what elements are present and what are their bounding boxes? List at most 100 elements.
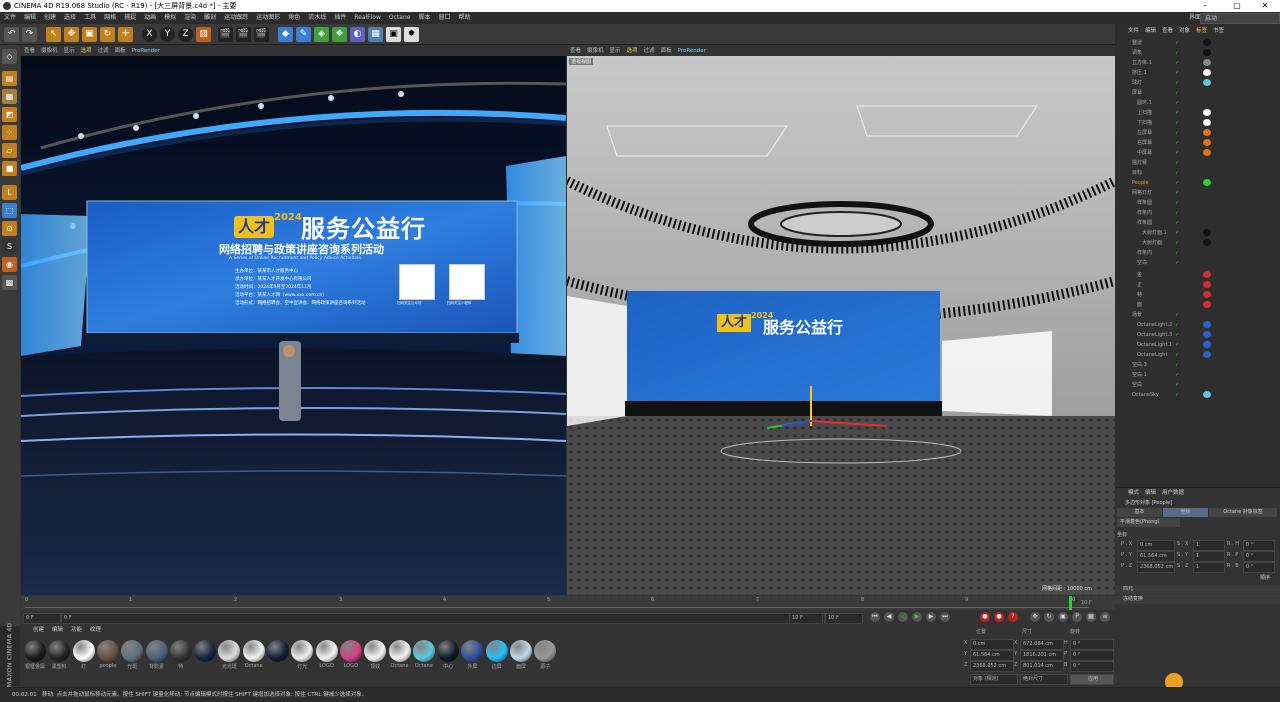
list-item[interactable]: 屏幕 ✓ [1115,88,1280,98]
right-menu-options[interactable]: 选项 [624,48,641,54]
list-item[interactable]: 样条圆 ✓ [1115,218,1280,228]
list-item[interactable]: 大射灯面.1 ✓ [1115,228,1280,238]
mat-tab-texture[interactable]: 纹理 [86,627,105,633]
right-menu-prorender[interactable]: ProRender [675,48,709,54]
coord-y-field[interactable]: 61.564 cm [970,650,1014,661]
make-editable-icon[interactable]: ◇ [2,49,17,64]
left-menu-camera[interactable]: 摄像机 [38,48,61,54]
coord-system-icon[interactable]: ▨ [196,27,211,42]
list-item[interactable]: OctaneLight.2 ✓ [1115,320,1280,330]
list-item[interactable]: 圆环.1 ✓ [1115,98,1280,108]
playhead[interactable] [1069,596,1072,610]
key-pos-icon[interactable]: ✥ [1030,612,1040,622]
material-swatch[interactable] [339,640,362,662]
menu-sculpt[interactable]: 雕刻 [200,12,220,24]
key-rot-icon[interactable]: ↻ [1044,612,1054,622]
points-mode-icon[interactable]: ⁘ [2,125,17,140]
attr-rp-field[interactable]: 0 ° [1243,551,1275,562]
end-frame-field[interactable]: 10 F [825,613,863,624]
coord-sy-field[interactable]: 1816.201 cm [1020,650,1064,661]
workplane-icon[interactable]: ◩ [2,107,17,122]
list-item[interactable]: 整道 ✓ [1115,38,1280,48]
attr-subtab-coord[interactable]: 坐标 [1163,508,1208,517]
material-swatch[interactable] [24,640,46,662]
left-menu-view[interactable]: 查看 [21,48,38,54]
left-menu-filter[interactable]: 过滤 [95,48,112,54]
menu-file[interactable]: 文件 [0,12,20,24]
left-menu-options[interactable]: 选项 [78,48,95,54]
render-picture-icon[interactable]: 🎬 [236,27,251,42]
mat-tab-function[interactable]: 功能 [67,627,86,633]
attr-tab-userdata[interactable]: 用户数据 [1159,490,1187,496]
menu-edit[interactable]: 编辑 [20,12,40,24]
attr-subtab-basic[interactable]: 基本 [1117,508,1162,517]
material-swatch[interactable] [412,640,435,662]
tweak-icon[interactable]: ⬚ [2,203,17,218]
list-item[interactable]: 大射灯面 ✓ [1115,238,1280,248]
coord-mode-select[interactable]: 对象 (相对) [970,674,1018,685]
axis-y-button[interactable]: Y [160,27,175,42]
attr-sz-field[interactable]: 1 [1193,562,1225,573]
timeline-ruler[interactable] [25,598,1089,608]
left-menu-prorender[interactable]: ProRender [129,48,163,54]
coord-b-field[interactable]: 0 ° [1070,661,1114,672]
right-menu-camera[interactable]: 摄像机 [584,48,607,54]
list-item[interactable]: 样条内 ✓ [1115,208,1280,218]
attr-sy-field[interactable]: 1 [1193,551,1225,562]
render-settings-icon[interactable]: 🎬 [254,27,269,42]
keyframe-sel-icon[interactable]: ? [1008,612,1018,622]
pen-icon[interactable]: ✎ [296,27,311,42]
material-swatch[interactable] [242,640,265,662]
start-frame-field[interactable]: 0 F [23,613,61,624]
attr-phong[interactable]: 平滑着色(Phong) [1117,518,1180,527]
timeline[interactable]: 0 1 2 3 4 5 6 7 8 9 10 10 F [21,596,1115,610]
apply-button[interactable]: 应用 [1070,674,1114,685]
select-icon[interactable]: ↖ [46,27,61,42]
attr-order[interactable]: 顺序 [1115,574,1280,583]
menu-realflow[interactable]: RealFlow [350,12,385,24]
list-item[interactable]: OctaneLight.3 ✓ [1115,330,1280,340]
record-icon[interactable]: ● [980,612,990,622]
list-item[interactable]: 空白.3 ✓ [1115,360,1280,370]
coord-size-mode-select[interactable]: 绝对尺寸 [1020,674,1068,685]
cube-icon[interactable]: ◆ [278,27,293,42]
list-item[interactable]: 立方体.1 ✓ [1115,58,1280,68]
polygons-mode-icon[interactable]: ■ [2,161,17,176]
menu-mograph[interactable]: 运动图形 [252,12,284,24]
floor-icon[interactable]: ▦ [368,27,383,42]
range-start-field[interactable]: 0 F [61,613,825,624]
om-tab-objects[interactable]: 对象 [1176,28,1193,34]
snap-icon[interactable]: ⊙ [2,221,17,236]
key-scale-icon[interactable]: ▣ [1058,612,1068,622]
subdivision-icon[interactable]: ◈ [314,27,329,42]
material-swatch[interactable] [194,640,217,662]
go-end-icon[interactable]: ⏭ [940,612,950,622]
coord-x-field[interactable]: 0 cm [970,639,1014,650]
menu-motion-tracking[interactable]: 运动跟踪 [220,12,252,24]
material-swatch[interactable] [510,640,532,662]
attr-py-field[interactable]: 61.564 cm [1137,551,1175,562]
list-item[interactable]: 目标 ✓ [1115,168,1280,178]
list-item[interactable]: 挤压.1 ✓ [1115,68,1280,78]
render-view-icon[interactable]: 🎬 [218,27,233,42]
mat-tab-create[interactable]: 创建 [29,627,48,633]
list-item[interactable]: 特 [1115,290,1280,300]
attr-section-freeze[interactable]: 冻结变换 [1115,595,1280,604]
layout-select[interactable]: 启动 [1200,13,1280,24]
material-swatch[interactable] [72,640,95,662]
material-swatch[interactable] [145,640,168,662]
texture-mode-icon[interactable]: ▦ [2,89,17,104]
right-menu-display[interactable]: 显示 [607,48,624,54]
list-item[interactable]: 空白 ✓ [1115,258,1280,268]
material-swatch[interactable] [315,640,338,662]
menu-tools[interactable]: 工具 [80,12,100,24]
list-item[interactable]: 样条内 ✓ [1115,248,1280,258]
left-viewport[interactable]: 查看 摄像机 显示 选项 过滤 面板 ProRender 人才 2024 服务公… [21,46,566,595]
material-swatch[interactable] [267,640,289,662]
attr-sx-field[interactable]: 1 [1193,540,1225,551]
attr-subtab-octane[interactable]: Octane 对象标签 [1209,508,1277,517]
list-item[interactable]: 摇灯臂 ✓ [1115,158,1280,168]
attr-pz-field[interactable]: 2368.052 cm [1137,562,1175,573]
axis-mode-icon[interactable]: L [2,185,17,200]
material-swatch[interactable] [485,640,508,662]
